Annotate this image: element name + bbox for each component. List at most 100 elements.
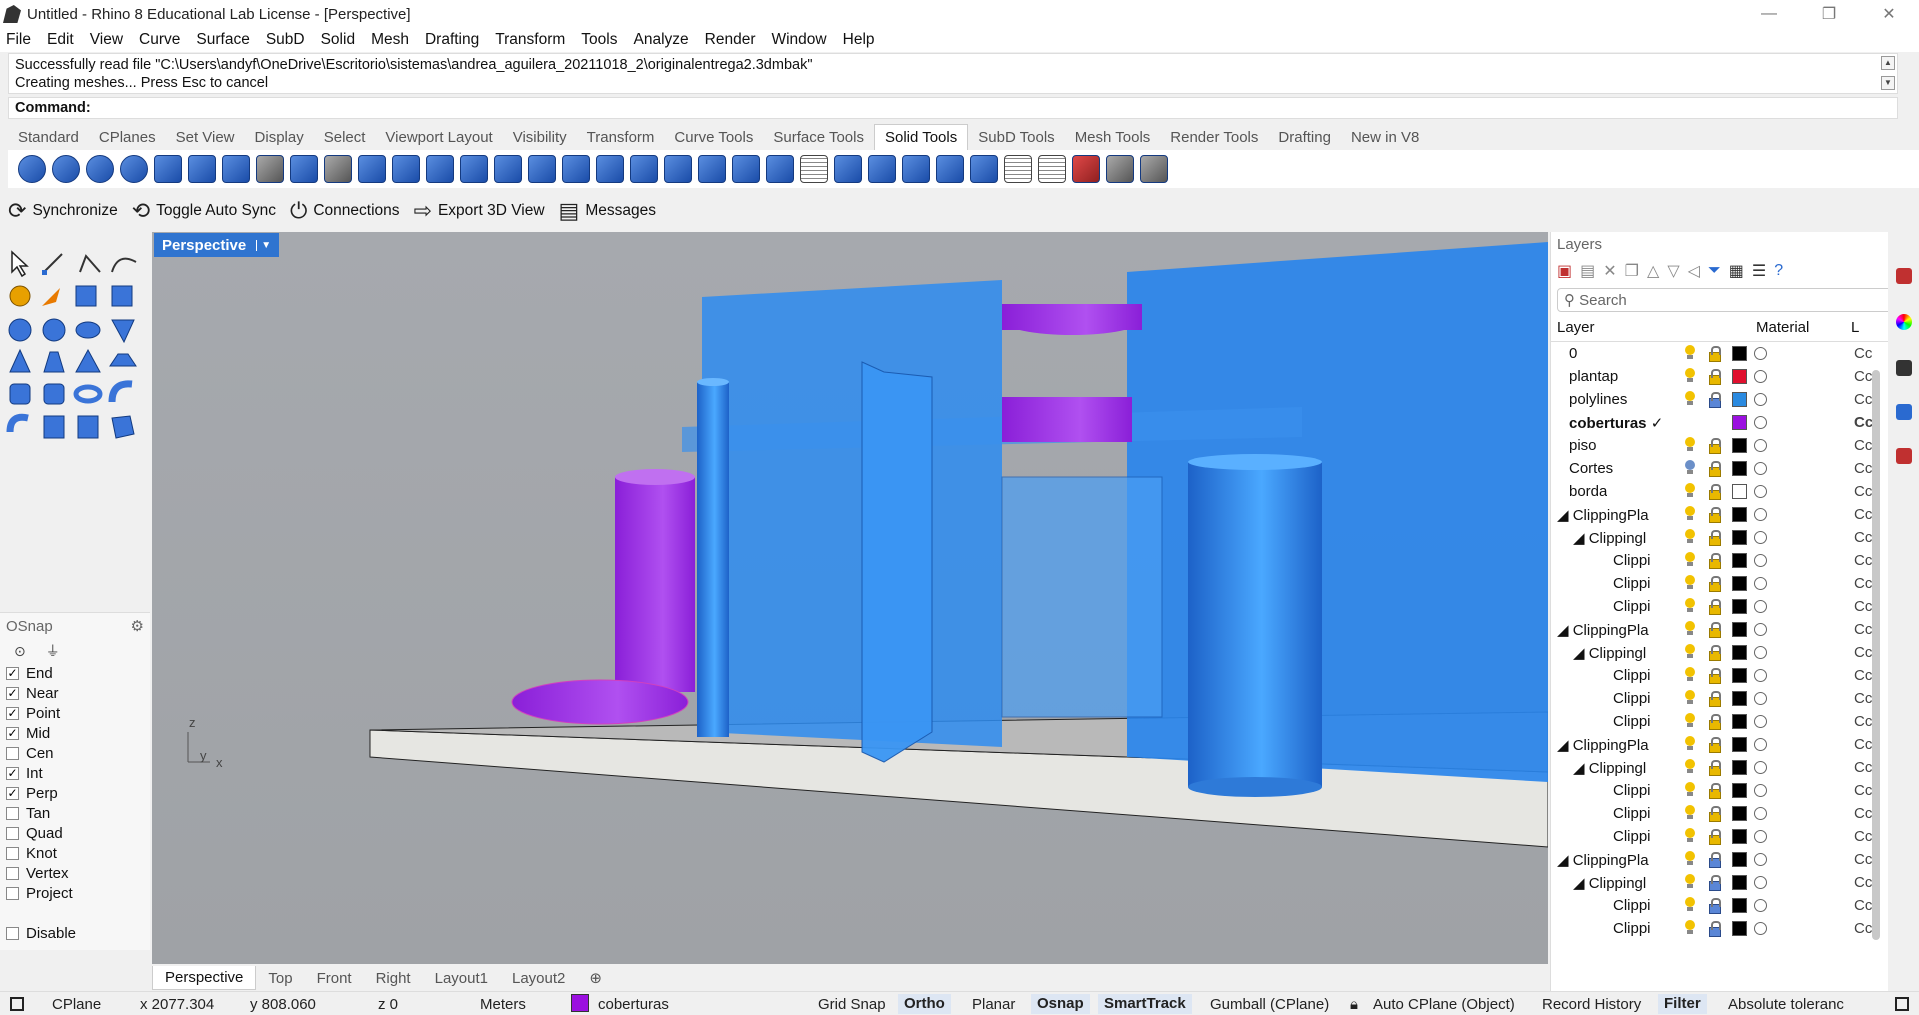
layer-name[interactable]: ◢ ClippingPla xyxy=(1557,621,1649,639)
sphere-icon[interactable] xyxy=(8,318,32,342)
layer-color-swatch[interactable] xyxy=(1732,484,1747,499)
osnap-quad[interactable]: Quad xyxy=(0,823,150,843)
material-icon[interactable] xyxy=(1754,600,1767,613)
lock-icon[interactable] xyxy=(1708,760,1721,776)
gumball-toggle[interactable]: Gumball (CPlane) xyxy=(1210,996,1329,1013)
layer-row[interactable]: Clippi Cc xyxy=(1551,687,1919,710)
material-icon[interactable] xyxy=(1754,623,1767,636)
cone-icon[interactable] xyxy=(9,348,31,373)
fold-face-icon[interactable] xyxy=(460,155,488,183)
layer-name[interactable]: ◢ Clippingl xyxy=(1573,759,1646,777)
visibility-bulb-icon[interactable] xyxy=(1684,391,1695,406)
layer-row[interactable]: ◢ ClippingPla Cc xyxy=(1551,848,1919,871)
layer-color-swatch[interactable] xyxy=(1732,599,1747,614)
command-history[interactable]: Successfully read file "C:\Users\andyf\O… xyxy=(8,53,1898,94)
osnap-end[interactable]: ✓ End xyxy=(0,663,150,683)
tab-standard[interactable]: Standard xyxy=(8,125,89,150)
visibility-bulb-icon[interactable] xyxy=(1684,713,1695,728)
status-units[interactable]: Meters xyxy=(480,996,526,1013)
visibility-bulb-icon[interactable] xyxy=(1684,460,1695,475)
tab-surface-tools[interactable]: Surface Tools xyxy=(763,125,874,150)
layer-row[interactable]: coberturas ✓ Cc xyxy=(1551,411,1919,434)
layer-name[interactable]: Clippi xyxy=(1613,598,1651,615)
layer-row[interactable]: Clippi Cc xyxy=(1551,710,1919,733)
contour-grid-icon[interactable] xyxy=(800,155,828,183)
variable-fillet-icon[interactable] xyxy=(324,155,352,183)
layer-name[interactable]: ◢ Clippingl xyxy=(1573,874,1646,892)
new-sublayer-icon[interactable]: ▤ xyxy=(1580,261,1595,281)
cylinder-icon[interactable] xyxy=(9,383,31,405)
visibility-bulb-icon[interactable] xyxy=(1684,483,1695,498)
visibility-bulb-icon[interactable] xyxy=(1684,437,1695,452)
menu-tools[interactable]: Tools xyxy=(581,31,617,49)
material-icon[interactable] xyxy=(1754,853,1767,866)
layer-name[interactable]: Clippi xyxy=(1613,920,1651,937)
viewport-title[interactable]: Perspective ▼ xyxy=(154,233,280,257)
visibility-bulb-icon[interactable] xyxy=(1684,575,1695,590)
layer-row[interactable]: Clippi Cc xyxy=(1551,802,1919,825)
tab-mesh-tools[interactable]: Mesh Tools xyxy=(1065,125,1161,150)
linetype-cell[interactable]: Cc xyxy=(1854,690,1872,707)
loft-icon[interactable] xyxy=(77,415,99,439)
place-hole-icon[interactable] xyxy=(868,155,896,183)
layer-row[interactable]: ◢ Clippingl Cc xyxy=(1551,871,1919,894)
menu-file[interactable]: File xyxy=(6,31,31,49)
linetype-cell[interactable]: Cc xyxy=(1854,552,1872,569)
minimize-button[interactable]: — xyxy=(1739,0,1799,28)
visibility-bulb-icon[interactable] xyxy=(1684,851,1695,866)
tab-right[interactable]: Right xyxy=(364,967,423,990)
material-icon[interactable] xyxy=(1754,370,1767,383)
menu-help[interactable]: Help xyxy=(843,31,875,49)
osnap-tan[interactable]: Tan xyxy=(0,803,150,823)
layer-row[interactable]: Clippi Cc xyxy=(1551,825,1919,848)
layer-color-swatch[interactable] xyxy=(1732,576,1747,591)
layer-name[interactable]: ◢ Clippingl xyxy=(1573,529,1646,547)
osnap-mid[interactable]: ✓ Mid xyxy=(0,723,150,743)
cplane-icon[interactable] xyxy=(10,997,24,1011)
paraboloid-icon[interactable] xyxy=(111,319,135,344)
lock-icon[interactable] xyxy=(1708,599,1721,615)
linetype-cell[interactable]: Cc xyxy=(1854,345,1872,362)
move-edge-icon[interactable] xyxy=(392,155,420,183)
layer-color-swatch[interactable] xyxy=(1732,553,1747,568)
layer-color-swatch[interactable] xyxy=(1732,783,1747,798)
material-icon[interactable] xyxy=(1754,554,1767,567)
layer-color-swatch[interactable] xyxy=(1732,369,1747,384)
visibility-bulb-icon[interactable] xyxy=(1684,828,1695,843)
visibility-bulb-icon[interactable] xyxy=(1684,690,1695,705)
linetype-cell[interactable]: Cc xyxy=(1854,483,1872,500)
linetype-cell[interactable]: Cc xyxy=(1854,805,1872,822)
add-tab-icon[interactable]: ⊕ xyxy=(577,966,614,990)
move-hole-icon[interactable] xyxy=(494,155,522,183)
record-history-toggle[interactable]: Record History xyxy=(1542,996,1641,1013)
linetype-cell[interactable]: Cc xyxy=(1854,529,1872,546)
edit-box-icon[interactable] xyxy=(111,285,133,307)
layer-color-swatch[interactable] xyxy=(1732,461,1747,476)
layer-name[interactable]: ◢ ClippingPla xyxy=(1557,736,1649,754)
material-icon[interactable] xyxy=(1754,462,1767,475)
tab-set-view[interactable]: Set View xyxy=(166,125,245,150)
tab-viewport-layout[interactable]: Viewport Layout xyxy=(375,125,502,150)
menu-curve[interactable]: Curve xyxy=(139,31,180,49)
tab-layout1[interactable]: Layout1 xyxy=(423,967,500,990)
ortho-toggle[interactable]: Ortho xyxy=(898,994,951,1014)
tab-render-tools[interactable]: Render Tools xyxy=(1160,125,1268,150)
messages-button[interactable]: ▤ Messages xyxy=(559,198,656,224)
text-object-icon[interactable] xyxy=(111,415,135,439)
layer-name[interactable]: 0 xyxy=(1569,345,1577,362)
visibility-bulb-icon[interactable] xyxy=(1684,529,1695,544)
layer-row[interactable]: ◢ ClippingPla Cc xyxy=(1551,503,1919,526)
menu-view[interactable]: View xyxy=(90,31,123,49)
filter-icon[interactable]: ⏷ xyxy=(1708,262,1721,280)
layer-color-swatch[interactable] xyxy=(1732,438,1747,453)
col-l[interactable]: L xyxy=(1851,319,1859,336)
osnap-project[interactable]: Project xyxy=(0,883,150,903)
visibility-bulb-icon[interactable] xyxy=(1684,920,1695,935)
linetype-cell[interactable]: Cc xyxy=(1854,437,1872,454)
menu-solid[interactable]: Solid xyxy=(321,31,355,49)
osnap-knot[interactable]: Knot xyxy=(0,843,150,863)
scroll-down-icon[interactable]: ▼ xyxy=(1881,76,1895,90)
tab-perspective[interactable]: Perspective xyxy=(152,966,257,990)
split-face-icon[interactable] xyxy=(426,155,454,183)
filter-toggle[interactable]: Filter xyxy=(1658,994,1707,1014)
